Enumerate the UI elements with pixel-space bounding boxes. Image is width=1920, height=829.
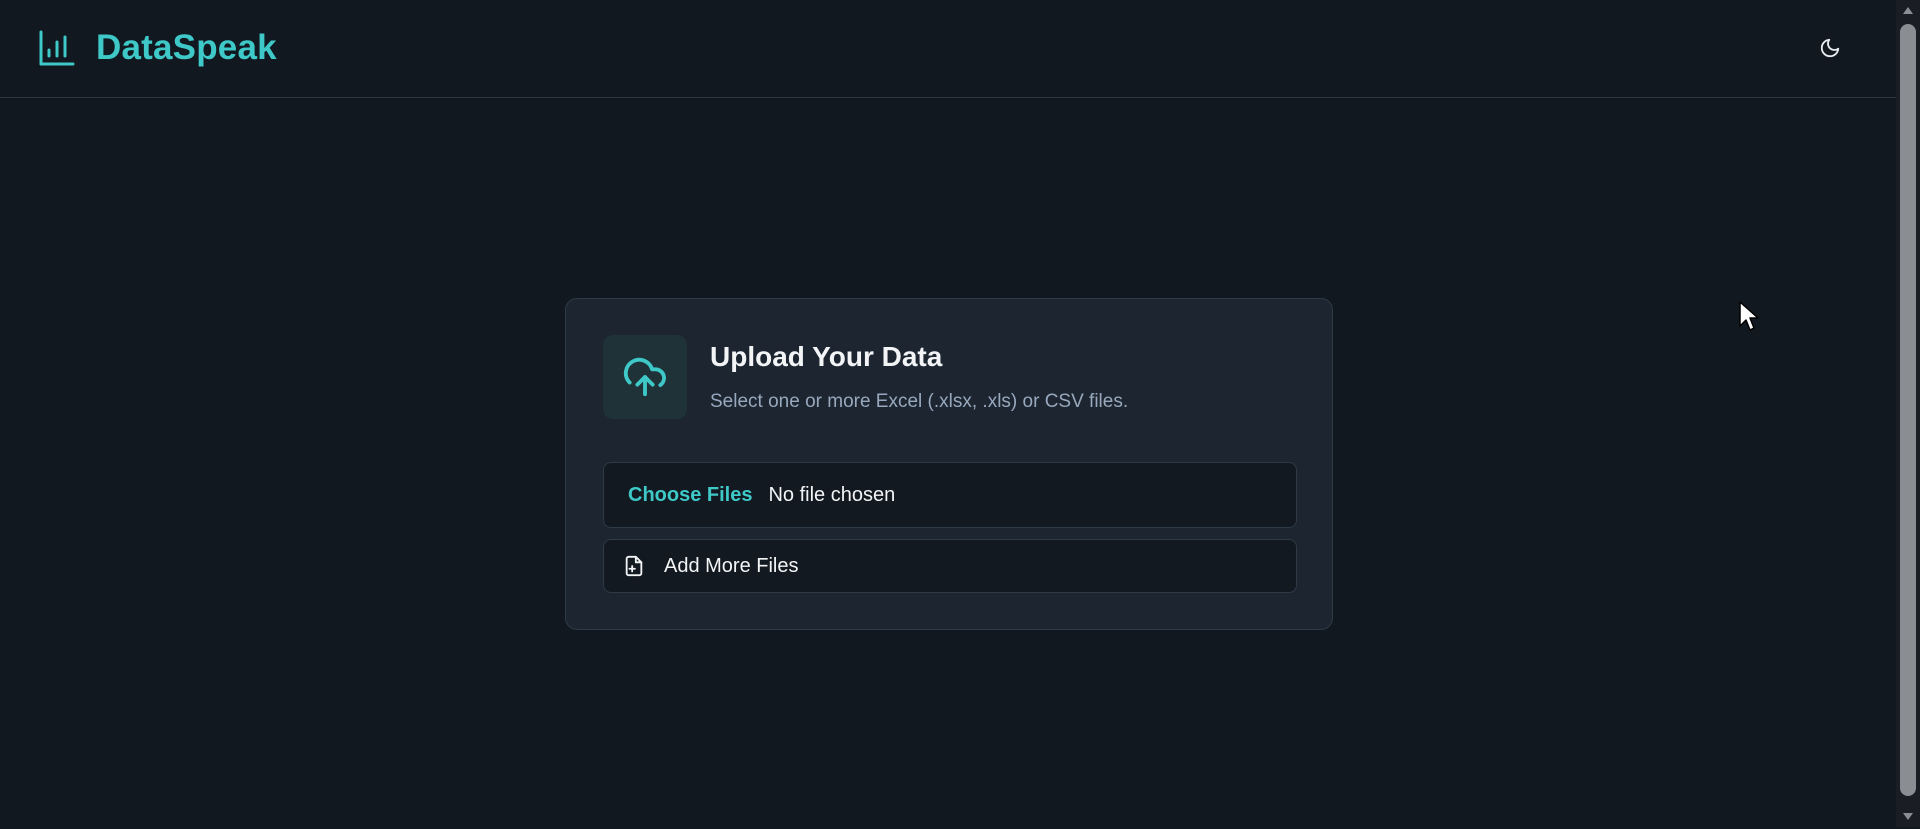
choose-files-button[interactable]: Choose Files [628, 484, 752, 507]
upload-subtitle: Select one or more Excel (.xlsx, .xls) o… [710, 391, 1129, 412]
scroll-down-arrow-icon[interactable] [1901, 810, 1915, 824]
add-more-files-button[interactable]: Add More Files [603, 539, 1297, 593]
file-input[interactable]: Choose Files No file chosen [603, 462, 1297, 528]
vertical-scrollbar[interactable] [1896, 0, 1920, 827]
add-more-files-label: Add More Files [664, 554, 799, 577]
file-status-text: No file chosen [768, 483, 896, 506]
top-header: DataSpeak [0, 0, 1896, 98]
upload-card: Upload Your Data Select one or more Exce… [565, 298, 1333, 630]
theme-toggle-button[interactable] [1813, 33, 1847, 67]
app-root: DataSpeak Upload Your Data Select one or… [0, 0, 1896, 827]
brand-title: DataSpeak [96, 28, 277, 67]
upload-title: Upload Your Data [710, 341, 943, 372]
mouse-cursor-icon [1738, 300, 1760, 332]
brand-logo-link[interactable]: DataSpeak [38, 28, 277, 68]
cloud-upload-icon [603, 335, 687, 419]
file-plus-icon [622, 554, 646, 578]
scroll-up-arrow-icon[interactable] [1901, 3, 1915, 17]
bar-chart-icon [38, 29, 76, 67]
moon-icon [1819, 37, 1841, 64]
scrollbar-thumb[interactable] [1900, 24, 1916, 796]
